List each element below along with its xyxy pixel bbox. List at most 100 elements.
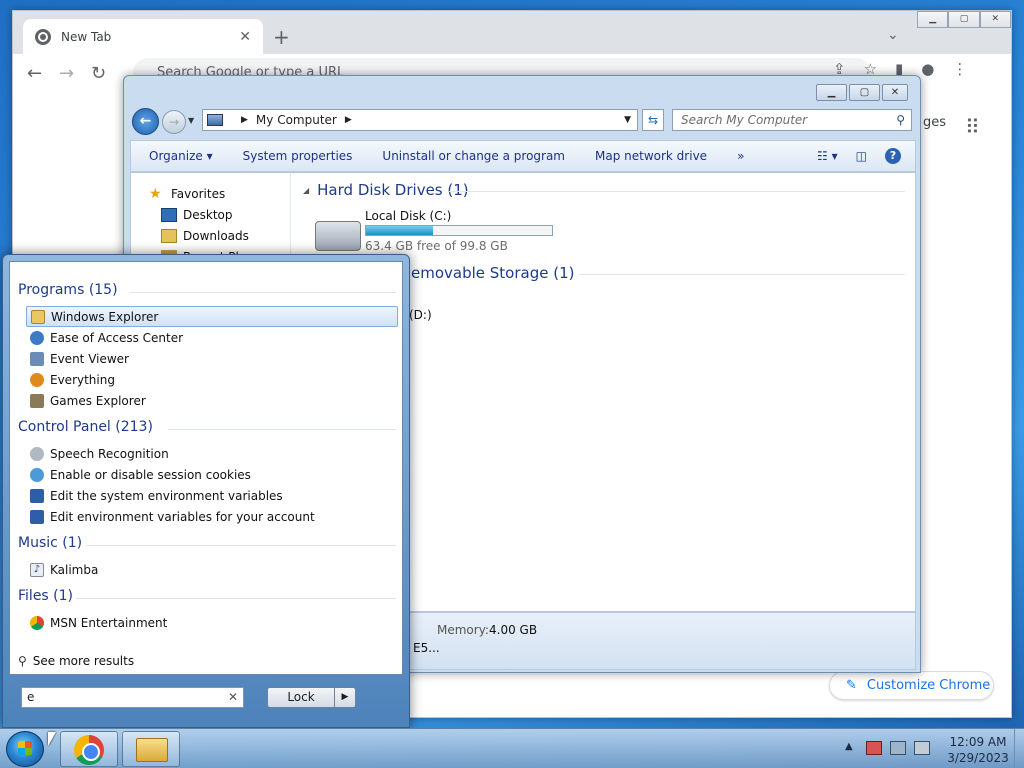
result-label: Everything (50, 372, 115, 387)
customize-chrome-label: Customize Chrome (866, 678, 991, 693)
nav-downloads[interactable]: Downloads (161, 229, 249, 243)
taskbar-chrome[interactable] (60, 731, 118, 767)
images-link[interactable]: ges (923, 115, 946, 130)
hard-drive-icon[interactable] (315, 221, 361, 251)
removable-storage-label: emovable Storage (1) (411, 264, 575, 282)
forward-arrow-icon[interactable]: → (162, 110, 186, 134)
start-search-input[interactable]: e ✕ (21, 687, 244, 708)
more-commands-chevron-icon[interactable]: » (722, 149, 759, 163)
music-file-icon: ♪ (30, 562, 44, 577)
menu-kebab-icon[interactable]: ⋮ (952, 60, 967, 78)
new-tab-plus-icon[interactable]: + (273, 25, 290, 49)
internet-options-icon (30, 467, 44, 482)
taskbar-clock[interactable]: 12:09 AM 3/29/2023 (938, 734, 1018, 766)
see-more-label: See more results (32, 654, 135, 668)
google-apps-grid-icon[interactable]: ⠿ (965, 115, 980, 139)
downloads-folder-icon (161, 229, 177, 243)
forward-arrow-icon[interactable]: → (59, 63, 74, 84)
search-icon[interactable]: ⚲ (896, 110, 905, 130)
help-icon[interactable]: ? (885, 148, 901, 164)
explorer-search-placeholder: Search My Computer (681, 113, 808, 127)
maximize-icon[interactable]: ▢ (948, 11, 980, 28)
control-panel-icon (30, 509, 44, 524)
address-bar[interactable]: ▶ My Computer ▶ ▼ (202, 109, 638, 131)
close-tab-icon[interactable]: ✕ (239, 29, 251, 45)
start-button[interactable] (6, 731, 44, 767)
local-disk-c-name[interactable]: Local Disk (C:) (365, 209, 451, 223)
explorer-command-bar: Organize ▾ System properties Uninstall o… (130, 140, 916, 172)
search-results-pane: Programs (15) Windows Explorer Ease of A… (9, 261, 403, 675)
result-kalimba[interactable]: ♪ Kalimba (26, 559, 398, 580)
nav-downloads-label: Downloads (183, 229, 249, 243)
clear-search-icon[interactable]: ✕ (228, 688, 238, 707)
volume-muted-icon[interactable] (914, 741, 930, 755)
removable-storage-header[interactable]: emovable Storage (1) (411, 264, 574, 282)
preview-pane-icon[interactable]: ◫ (856, 149, 867, 163)
power-options-arrow-icon[interactable]: ▶ (334, 687, 356, 708)
microphone-icon (30, 446, 44, 461)
reload-icon[interactable]: ↻ (91, 63, 106, 84)
back-arrow-icon[interactable]: ← (27, 63, 42, 84)
network-icon[interactable] (890, 741, 906, 755)
lock-button[interactable]: Lock (267, 687, 335, 708)
maximize-icon[interactable]: ▢ (849, 84, 880, 101)
result-ease-of-access[interactable]: Ease of Access Center (26, 327, 398, 348)
customize-chrome-button[interactable]: ✎ Customize Chrome (829, 671, 994, 700)
show-desktop-button[interactable] (1014, 729, 1024, 768)
magnifier-icon (30, 372, 44, 387)
explorer-search-input[interactable]: Search My Computer ⚲ (672, 109, 912, 131)
control-panel-section-header[interactable]: Control Panel (213) (18, 419, 153, 435)
map-network-drive-button[interactable]: Map network drive (580, 149, 722, 163)
nav-desktop[interactable]: Desktop (161, 208, 233, 222)
result-everything[interactable]: Everything (26, 369, 398, 390)
change-view-icon[interactable]: ☷ ▾ (817, 149, 838, 163)
taskbar-explorer[interactable] (122, 731, 180, 767)
tab-search-chevron-icon[interactable]: ⌄ (887, 27, 899, 43)
result-label: Kalimba (50, 562, 99, 577)
desktop-icon (161, 208, 177, 222)
section-divider (130, 292, 396, 293)
profile-avatar-icon[interactable]: ● (921, 60, 934, 78)
drive-d-name[interactable]: (D:) (409, 308, 432, 322)
organize-menu[interactable]: Organize ▾ (131, 149, 228, 163)
close-window-icon[interactable]: ✕ (882, 84, 908, 101)
result-windows-explorer[interactable]: Windows Explorer (26, 306, 398, 327)
chrome-tab-title: New Tab (61, 29, 112, 44)
result-speech-recognition[interactable]: Speech Recognition (26, 443, 398, 464)
result-account-env-vars[interactable]: Edit environment variables for your acco… (26, 506, 398, 527)
result-games-explorer[interactable]: Games Explorer (26, 390, 398, 411)
uninstall-program-button[interactable]: Uninstall or change a program (367, 149, 580, 163)
music-section-header[interactable]: Music (1) (18, 535, 82, 551)
section-divider (168, 429, 396, 430)
group-divider (579, 274, 905, 275)
result-system-env-vars[interactable]: Edit the system environment variables (26, 485, 398, 506)
minimize-icon[interactable]: ▁ (816, 84, 847, 101)
chrome-tab-new-tab[interactable]: New Tab ✕ (23, 19, 263, 54)
breadcrumb-separator-icon[interactable]: ▶ (241, 115, 248, 125)
result-label: MSN Entertainment (50, 615, 168, 630)
result-session-cookies[interactable]: Enable or disable session cookies (26, 464, 398, 485)
see-more-results-link[interactable]: ⚲ See more results (18, 654, 134, 668)
breadcrumb-my-computer[interactable]: My Computer (256, 113, 337, 127)
programs-section-header[interactable]: Programs (15) (18, 282, 118, 298)
minimize-icon[interactable]: ▁ (917, 11, 949, 28)
show-hidden-icons-arrow-icon[interactable]: ▲ (845, 741, 853, 752)
nav-favorites[interactable]: ★ Favorites (149, 187, 225, 201)
pencil-icon: ✎ (846, 678, 857, 693)
address-dropdown-icon[interactable]: ▼ (624, 115, 631, 125)
action-center-flag-icon[interactable] (866, 741, 882, 755)
close-window-icon[interactable]: ✕ (979, 11, 1011, 28)
system-properties-button[interactable]: System properties (228, 149, 368, 163)
breadcrumb-separator-icon[interactable]: ▶ (345, 115, 352, 125)
collapse-triangle-icon[interactable]: ◢ (303, 186, 309, 195)
files-section-header[interactable]: Files (1) (18, 588, 73, 604)
processor-value: E5... (413, 641, 440, 655)
refresh-icon[interactable]: ⇆ (642, 109, 664, 131)
result-event-viewer[interactable]: Event Viewer (26, 348, 398, 369)
back-arrow-icon[interactable]: ← (132, 108, 159, 135)
recent-pages-chevron-icon[interactable]: ▼ (188, 116, 194, 125)
mouse-cursor-icon (48, 732, 56, 746)
result-msn-entertainment[interactable]: MSN Entertainment (26, 612, 398, 633)
hard-disk-drives-header[interactable]: ◢ Hard Disk Drives (1) (303, 181, 469, 199)
hard-disk-drives-label: Hard Disk Drives (1) (317, 181, 469, 199)
